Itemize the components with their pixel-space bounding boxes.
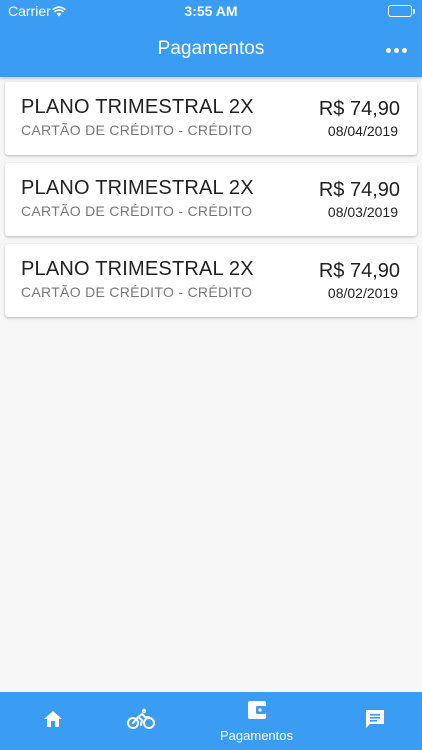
nav-messages[interactable] — [322, 692, 422, 750]
wallet-icon — [246, 699, 268, 726]
payment-plan: PLANO TRIMESTRAL 2X — [21, 177, 254, 199]
nav-payments[interactable]: Pagamentos — [204, 692, 309, 750]
payment-method: CARTÃO DE CRÉDITO - CRÉDITO — [21, 284, 253, 300]
home-icon — [42, 709, 64, 734]
payment-amount: R$ 74,90 — [318, 179, 400, 201]
bike-icon — [126, 708, 155, 735]
payment-card[interactable]: PLANO TRIMESTRAL 2X CARTÃO DE CRÉDITO - … — [5, 244, 417, 317]
payment-amount: R$ 74,90 — [318, 98, 400, 120]
app-header: Carrier 3:55 AM Pagamentos — [0, 0, 422, 77]
payment-date: 08/04/2019 — [327, 123, 398, 139]
payment-method: CARTÃO DE CRÉDITO - CRÉDITO — [21, 122, 253, 138]
bottom-navigation: Pagamentos — [0, 692, 422, 750]
more-dot — [393, 47, 399, 53]
payment-amount: R$ 74,90 — [318, 260, 400, 282]
payment-plan: PLANO TRIMESTRAL 2X — [21, 96, 254, 118]
payment-card[interactable]: PLANO TRIMESTRAL 2X CARTÃO DE CRÉDITO - … — [5, 82, 417, 155]
payment-plan: PLANO TRIMESTRAL 2X — [21, 258, 254, 280]
more-options-button[interactable] — [378, 36, 414, 64]
payments-list: PLANO TRIMESTRAL 2X CARTÃO DE CRÉDITO - … — [5, 82, 417, 325]
payment-method: CARTÃO DE CRÉDITO - CRÉDITO — [21, 203, 253, 219]
page-title: Pagamentos — [157, 38, 265, 59]
status-time: 3:55 AM — [184, 3, 238, 19]
payment-date: 08/03/2019 — [327, 204, 398, 220]
nav-activities[interactable] — [88, 692, 193, 750]
more-horizontal-icon — [385, 47, 391, 53]
nav-payments-label: Pagamentos — [220, 728, 293, 743]
battery-icon — [388, 5, 415, 17]
chat-icon — [363, 707, 387, 736]
more-dot — [401, 47, 407, 53]
payment-date: 08/02/2019 — [327, 285, 398, 301]
status-bar: Carrier 3:55 AM — [0, 0, 422, 22]
payment-card[interactable]: PLANO TRIMESTRAL 2X CARTÃO DE CRÉDITO - … — [5, 163, 417, 236]
